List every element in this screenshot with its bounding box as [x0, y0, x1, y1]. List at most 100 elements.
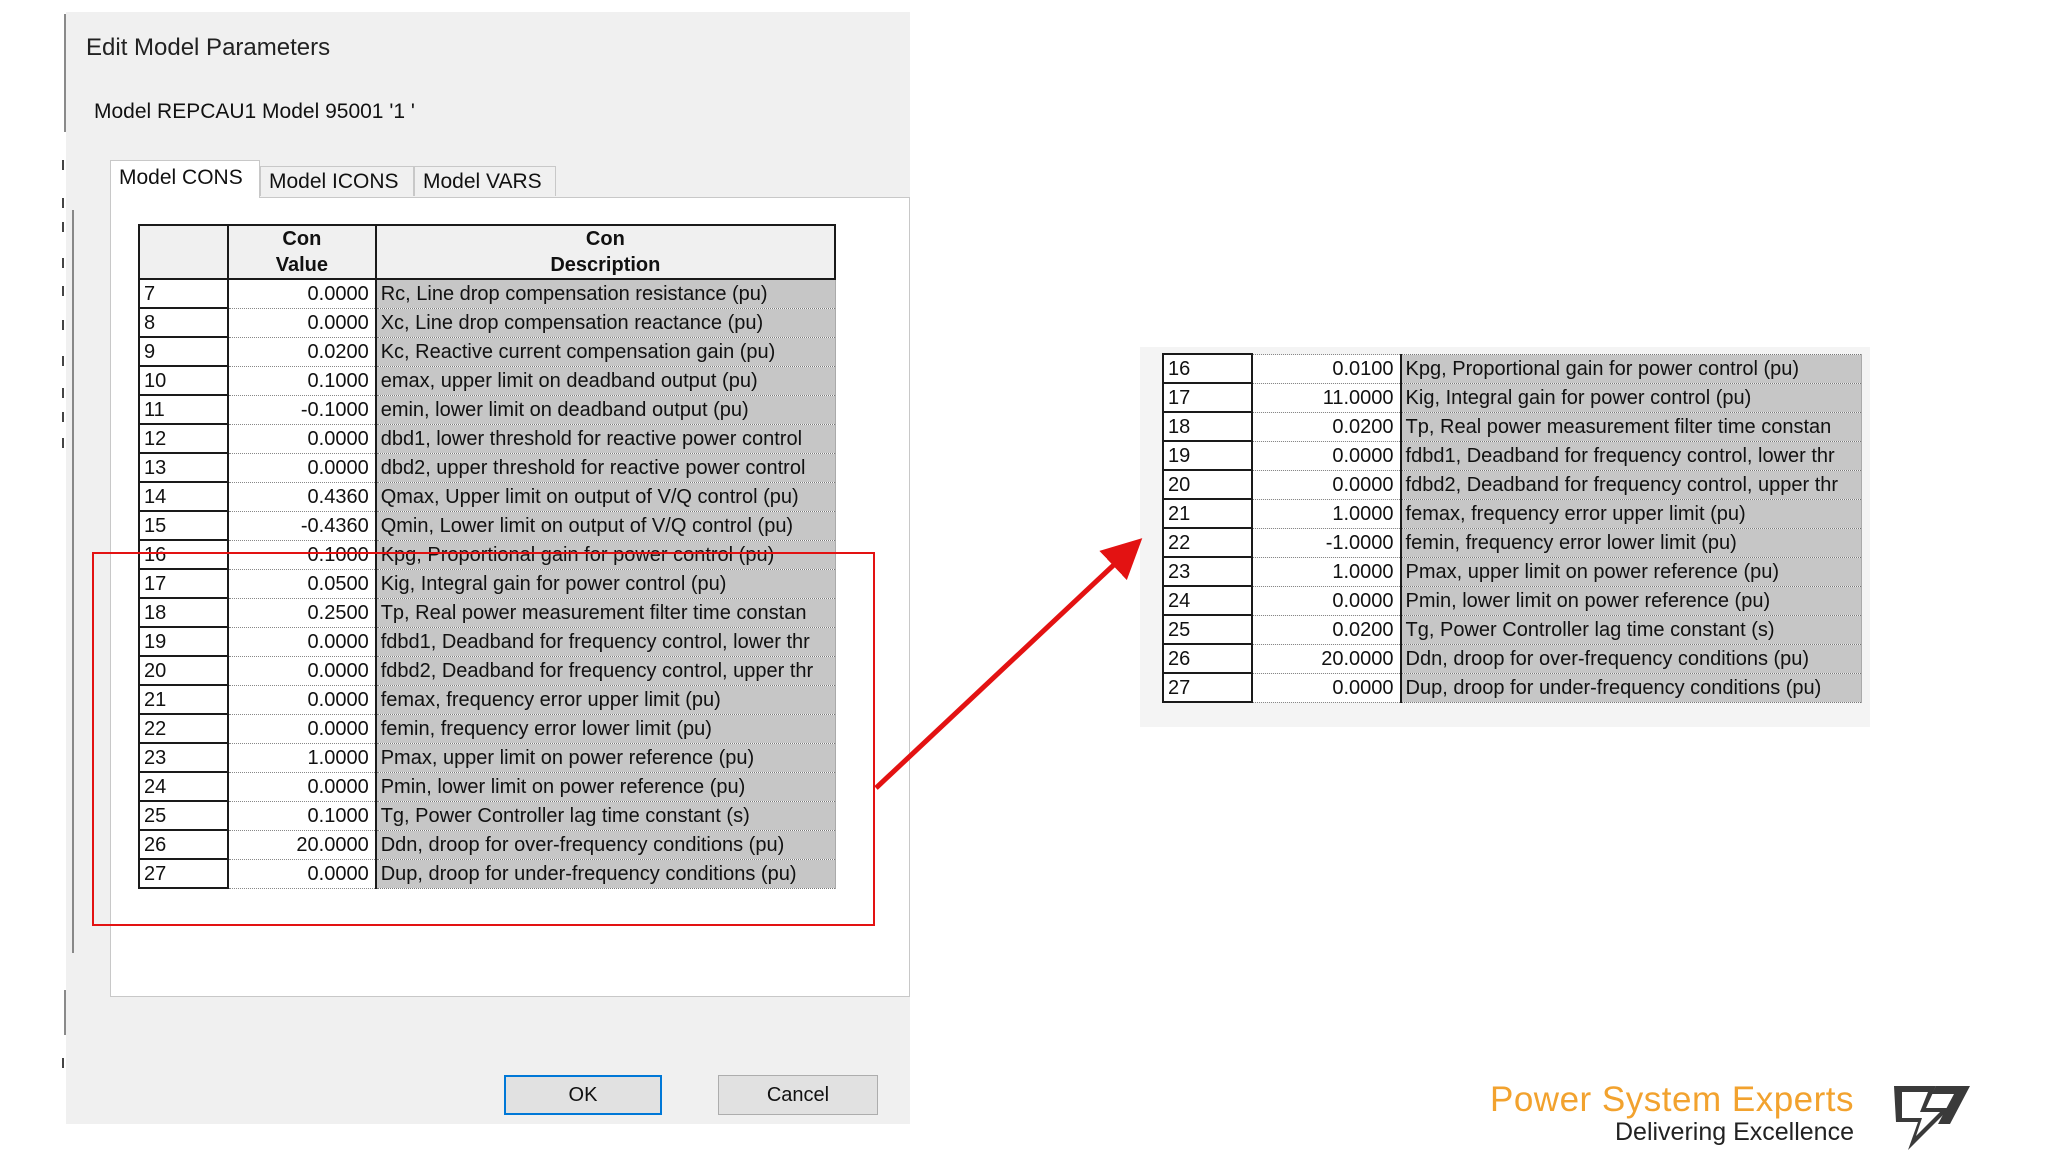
- brand-watermark: Power System Experts Delivering Excellen…: [1478, 1080, 1978, 1150]
- table-row[interactable]: 12 0.0000 dbd1, lower threshold for reacti…: [137, 423, 836, 454]
- con-value-cell[interactable]: 0.0000: [227, 423, 377, 454]
- row-index-cell: 27: [1161, 672, 1254, 703]
- con-description-cell: emin, lower limit on deadband output (pu…: [374, 394, 836, 425]
- table-row[interactable]: 25 0.0200 Tg, Power Controller lag time co…: [1161, 614, 1862, 645]
- row-index-cell: 7: [137, 278, 230, 309]
- con-description-cell: Pmin, lower limit on power reference (pu…: [1399, 585, 1862, 616]
- row-header-corner: [137, 224, 230, 280]
- con-value-cell[interactable]: 0.0200: [1251, 411, 1402, 442]
- row-index-cell: 16: [1161, 353, 1254, 384]
- table-row[interactable]: 18 0.0200 Tp, Real power measurement filte…: [1161, 411, 1862, 442]
- con-value-cell[interactable]: 11.0000: [1251, 382, 1402, 413]
- con-value-cell[interactable]: 0.0000: [1251, 440, 1402, 471]
- ok-button[interactable]: OK: [504, 1075, 662, 1115]
- row-index-cell: 14: [137, 481, 230, 512]
- background-window-edge: [0, 0, 72, 1152]
- row-index-cell: 25: [1161, 614, 1254, 645]
- highlight-box: [92, 552, 875, 926]
- table-row[interactable]: 27 0.0000 Dup, droop for under-frequency c…: [1161, 672, 1862, 703]
- con-description-cell: Qmax, Upper limit on output of V/Q contr…: [374, 481, 836, 512]
- con-value-cell[interactable]: 0.0000: [227, 307, 377, 338]
- row-index-cell: 11: [137, 394, 230, 425]
- table-row[interactable]: 24 0.0000 Pmin, lower limit on power refer…: [1161, 585, 1862, 616]
- con-value-cell[interactable]: 0.0000: [1251, 672, 1402, 703]
- con-value-cell[interactable]: 0.0200: [227, 336, 377, 367]
- row-index-cell: 26: [1161, 643, 1254, 674]
- tab-model-cons[interactable]: Model CONS: [110, 160, 260, 198]
- table-row[interactable]: 7 0.0000 Rc, Line drop compensation resist…: [137, 278, 836, 309]
- con-description-cell: fdbd1, Deadband for frequency control, l…: [1399, 440, 1862, 471]
- con-value-cell[interactable]: 1.0000: [1251, 556, 1402, 587]
- table-row[interactable]: 13 0.0000 dbd2, upper threshold for reacti…: [137, 452, 836, 483]
- header-text: Description: [550, 254, 661, 276]
- table-row[interactable]: 16 0.0100 Kpg, Proportional gain for power…: [1161, 353, 1862, 384]
- grid-left-border: [72, 210, 74, 953]
- row-index-cell: 13: [137, 452, 230, 483]
- row-index-cell: 19: [1161, 440, 1254, 471]
- con-value-cell[interactable]: 0.0000: [227, 452, 377, 483]
- brand-name: Power System Experts: [1490, 1080, 1854, 1119]
- con-description-cell: fdbd2, Deadband for frequency control, u…: [1399, 469, 1862, 500]
- row-index-cell: 24: [1161, 585, 1254, 616]
- con-value-cell[interactable]: -0.4360: [227, 510, 377, 541]
- con-value-cell[interactable]: 0.0000: [1251, 585, 1402, 616]
- con-description-cell: Rc, Line drop compensation resistance (p…: [374, 278, 836, 309]
- table-row[interactable]: 15 -0.4360 Qmin, Lower limit on output of …: [137, 510, 836, 541]
- con-value-cell[interactable]: 0.0000: [1251, 469, 1402, 500]
- table-row[interactable]: 22 -1.0000 femin, frequency error lower li…: [1161, 527, 1862, 558]
- brand-tagline: Delivering Excellence: [1614, 1118, 1854, 1146]
- table-row[interactable]: 14 0.4360 Qmax, Upper limit on output of V…: [137, 481, 836, 512]
- table-row[interactable]: 11 -0.1000 emin, lower limit on deadband o…: [137, 394, 836, 425]
- con-value-cell[interactable]: -0.1000: [227, 394, 377, 425]
- lightning-bolt-logo-icon: [1894, 1086, 1970, 1150]
- column-header-con-description[interactable]: Con Description: [374, 224, 837, 280]
- tab-model-vars[interactable]: Model VARS: [414, 166, 556, 196]
- con-description-cell: Kig, Integral gain for power control (pu…: [1399, 382, 1862, 413]
- con-value-cell[interactable]: 0.4360: [227, 481, 377, 512]
- table-row[interactable]: 21 1.0000 femax, frequency error upper lim…: [1161, 498, 1862, 529]
- column-header-con-value[interactable]: Con Value: [227, 224, 377, 280]
- row-index-cell: 22: [1161, 527, 1254, 558]
- con-description-cell: Tp, Real power measurement filter time c…: [1399, 411, 1862, 442]
- updated-parameters-panel: 16 0.0100 Kpg, Proportional gain for power…: [1140, 347, 1870, 727]
- row-index-cell: 15: [137, 510, 230, 541]
- row-index-cell: 18: [1161, 411, 1254, 442]
- table-row[interactable]: 17 11.0000 Kig, Integral gain for power co…: [1161, 382, 1862, 413]
- con-value-cell[interactable]: 0.0100: [1251, 353, 1402, 384]
- con-description-cell: Tg, Power Controller lag time constant (…: [1399, 614, 1862, 645]
- cancel-button[interactable]: Cancel: [718, 1075, 878, 1115]
- header-text: Value: [275, 254, 328, 276]
- con-description-cell: Kpg, Proportional gain for power control…: [1399, 353, 1862, 384]
- table-row[interactable]: 23 1.0000 Pmax, upper limit on power refer…: [1161, 556, 1862, 587]
- con-description-cell: dbd2, upper threshold for reactive power…: [374, 452, 836, 483]
- header-text: Con: [585, 228, 625, 250]
- table-row[interactable]: 8 0.0000 Xc, Line drop compensation reacta…: [137, 307, 836, 338]
- con-description-cell: emax, upper limit on deadband output (pu…: [374, 365, 836, 396]
- dialog-title: Edit Model Parameters: [86, 34, 331, 61]
- row-index-cell: 23: [1161, 556, 1254, 587]
- con-value-cell[interactable]: 0.0000: [227, 278, 377, 309]
- con-description-cell: Pmax, upper limit on power reference (pu…: [1399, 556, 1862, 587]
- table-row[interactable]: 9 0.0200 Kc, Reactive current compensation…: [137, 336, 836, 367]
- con-description-cell: Xc, Line drop compensation reactance (pu…: [374, 307, 836, 338]
- table-row[interactable]: 19 0.0000 fdbd1, Deadband for frequency co…: [1161, 440, 1862, 471]
- con-value-cell[interactable]: -1.0000: [1251, 527, 1402, 558]
- con-description-cell: Dup, droop for under-frequency condition…: [1399, 672, 1862, 703]
- con-value-cell[interactable]: 1.0000: [1251, 498, 1402, 529]
- con-description-cell: Kc, Reactive current compensation gain (…: [374, 336, 836, 367]
- con-value-cell[interactable]: 20.0000: [1251, 643, 1402, 674]
- table-row[interactable]: 20 0.0000 fdbd2, Deadband for frequency co…: [1161, 469, 1862, 500]
- header-text: Con: [282, 228, 322, 250]
- row-index-cell: 10: [137, 365, 230, 396]
- tab-model-icons[interactable]: Model ICONS: [260, 166, 414, 196]
- table-row[interactable]: 26 20.0000 Ddn, droop for over-frequency c…: [1161, 643, 1862, 674]
- con-value-cell[interactable]: 0.0200: [1251, 614, 1402, 645]
- con-description-cell: Ddn, droop for over-frequency conditions…: [1399, 643, 1862, 674]
- row-index-cell: 17: [1161, 382, 1254, 413]
- con-description-cell: Qmin, Lower limit on output of V/Q contr…: [374, 510, 836, 541]
- con-value-cell[interactable]: 0.1000: [227, 365, 377, 396]
- con-description-cell: femin, frequency error lower limit (pu): [1399, 527, 1862, 558]
- row-index-cell: 9: [137, 336, 230, 367]
- table-row[interactable]: 10 0.1000 emax, upper limit on deadband ou…: [137, 365, 836, 396]
- model-identifier-label: Model REPCAU1 Model 95001 '1 ': [94, 100, 415, 123]
